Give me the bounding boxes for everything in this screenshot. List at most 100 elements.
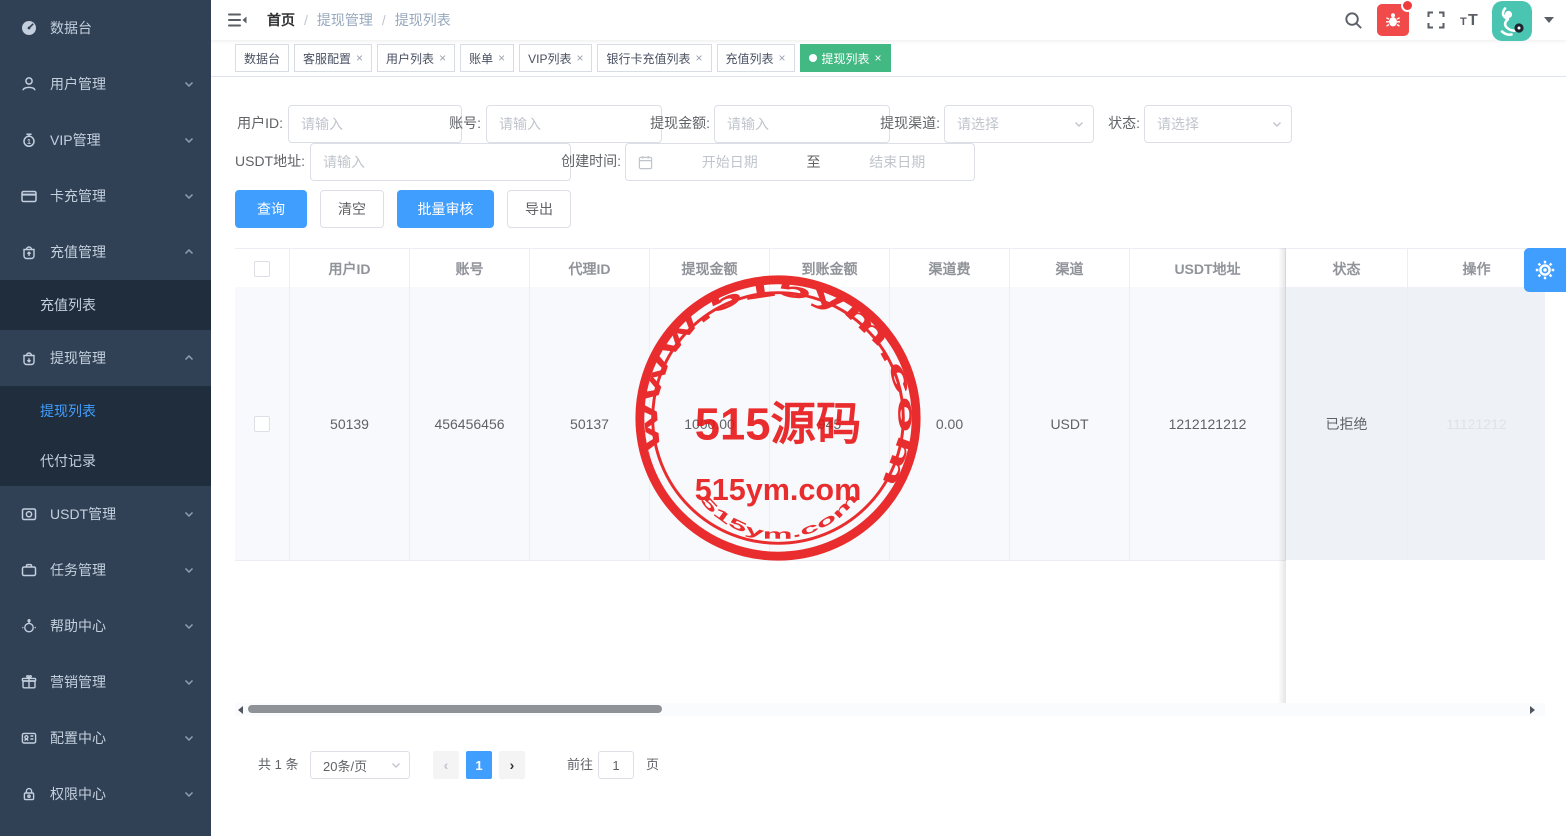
tag-close-icon[interactable]: × <box>498 52 505 64</box>
next-page-button[interactable]: › <box>499 751 525 779</box>
tag-user-list[interactable]: 用户列表 × <box>377 44 455 72</box>
tag-vip-list[interactable]: VIP列表 × <box>519 44 592 72</box>
tag-close-icon[interactable]: × <box>576 52 583 64</box>
settings-panel-button[interactable] <box>1524 248 1566 292</box>
tag-close-icon[interactable]: × <box>875 52 882 64</box>
column-header-arrival-amount: 到账金额 <box>770 249 890 288</box>
create-time-range-picker[interactable]: 开始日期 至 结束日期 <box>625 143 975 181</box>
page-size-select[interactable]: 20条/页 <box>310 751 410 779</box>
tag-close-icon[interactable]: × <box>779 52 786 64</box>
breadcrumb-level3: 提现列表 <box>395 10 451 30</box>
avatar-dropdown-caret[interactable] <box>1544 17 1554 23</box>
card-icon <box>20 187 38 205</box>
sidebar-item-dashboard[interactable]: 数据台 <box>0 0 211 56</box>
tag-label: 银行卡充值列表 <box>606 50 690 67</box>
withdraw-channel-select[interactable]: 请选择 <box>944 105 1094 143</box>
sidebar-item-label: 营销管理 <box>50 672 183 692</box>
row-checkbox[interactable] <box>254 416 270 432</box>
cell-arrival-amount: 945 <box>770 287 890 560</box>
page-number-1[interactable]: 1 <box>466 751 492 779</box>
scroll-left-arrow-icon[interactable] <box>238 706 243 714</box>
tag-close-icon[interactable]: × <box>695 52 702 64</box>
sidebar-subitem-recharge-list[interactable]: 充值列表 <box>0 280 211 330</box>
withdraw-amount-input[interactable] <box>714 105 890 143</box>
select-all-checkbox[interactable] <box>254 261 270 277</box>
cell-usdt-address: 1212121212 <box>1130 287 1286 560</box>
search-icon <box>1343 10 1364 31</box>
sidebar-item-card-recharge[interactable]: 卡充管理 <box>0 168 211 224</box>
sidebar-item-help[interactable]: 帮助中心 <box>0 598 211 654</box>
horizontal-scrollbar-thumb[interactable] <box>248 705 662 713</box>
sidebar-item-tasks[interactable]: 任务管理 <box>0 542 211 598</box>
tag-withdraw-list-active[interactable]: 提现列表× <box>800 44 891 72</box>
usdt-address-input[interactable] <box>310 143 571 181</box>
sidebar-subitem-withdraw-list[interactable]: 提现列表 <box>0 386 211 436</box>
status-label: 状态: <box>1100 105 1140 141</box>
tag-dashboard[interactable]: 数据台 <box>235 44 289 72</box>
calendar-icon <box>638 155 653 170</box>
column-header-channel-fee: 渠道费 <box>890 249 1010 288</box>
prev-page-button[interactable]: ‹ <box>433 751 459 779</box>
horizontal-scrollbar[interactable] <box>235 703 1545 716</box>
tag-bank-card-recharge-list[interactable]: 银行卡充值列表 × <box>597 44 711 72</box>
sidebar-item-withdraw[interactable]: 提现管理 <box>0 330 211 386</box>
chevron-down-icon <box>390 759 402 771</box>
sidebar-item-users[interactable]: 用户管理 <box>0 56 211 112</box>
sidebar-item-usdt[interactable]: USDT管理 <box>0 486 211 542</box>
avatar[interactable] <box>1492 1 1532 41</box>
sidebar-item-recharge[interactable]: 充值管理 <box>0 224 211 280</box>
sidebar-item-label: 提现管理 <box>50 348 183 368</box>
hamburger-icon <box>227 10 247 30</box>
sidebar-item-marketing[interactable]: 营销管理 <box>0 654 211 710</box>
clear-button[interactable]: 清空 <box>320 190 384 228</box>
goto-label: 前往 <box>567 757 593 773</box>
column-header-usdt-address: USDT地址 <box>1130 249 1286 288</box>
fullscreen-button[interactable] <box>1424 8 1448 32</box>
breadcrumb-home[interactable]: 首页 <box>267 10 295 30</box>
chevron-down-icon <box>183 134 195 146</box>
status-select[interactable]: 请选择 <box>1144 105 1292 143</box>
dashboard-icon <box>20 19 38 37</box>
tag-label: VIP列表 <box>528 50 571 67</box>
table-row[interactable]: 50139 456456456 50137 1000.00 945 0.00 U… <box>235 287 1545 561</box>
usdt-address-label: USDT地址: <box>233 143 305 179</box>
sidebar-item-permissions[interactable]: 权限中心 <box>0 766 211 822</box>
tag-recharge-list[interactable]: 充值列表× <box>717 44 795 72</box>
fullscreen-icon <box>1426 10 1446 30</box>
batch-review-button[interactable]: 批量审核 <box>397 190 494 228</box>
tag-service-config[interactable]: 客服配置× <box>294 44 372 72</box>
sidebar-item-label: 配置中心 <box>50 728 183 748</box>
column-header-agent-id: 代理ID <box>530 249 650 288</box>
sidebar-item-config[interactable]: 配置中心 <box>0 710 211 766</box>
tag-close-icon[interactable]: × <box>439 52 446 64</box>
column-header-user-id: 用户ID <box>290 249 410 288</box>
id-card-icon <box>20 729 38 747</box>
scroll-right-arrow-icon[interactable] <box>1530 706 1535 714</box>
sidebar-item-label: 权限中心 <box>50 784 183 804</box>
sidebar-item-label: 充值管理 <box>50 242 183 262</box>
tag-label: 用户列表 <box>386 50 434 67</box>
sidebar-item-label: 卡充管理 <box>50 186 183 206</box>
sidebar-collapse-button[interactable] <box>225 8 249 32</box>
query-button[interactable]: 查询 <box>235 190 307 228</box>
tag-close-icon[interactable]: × <box>356 52 363 64</box>
date-end-placeholder: 结束日期 <box>821 152 975 172</box>
user-id-input[interactable] <box>288 105 462 143</box>
account-input[interactable] <box>486 105 662 143</box>
chevron-down-icon <box>183 620 195 632</box>
sidebar: 数据台 用户管理 1 VIP管理 卡充管理 充值管理 充值列表 提现管理 提现列… <box>0 0 211 836</box>
select-placeholder: 请选择 <box>945 114 1073 134</box>
sidebar-subitem-payment-records[interactable]: 代付记录 <box>0 436 211 486</box>
column-header-account: 账号 <box>410 249 530 288</box>
tag-bills[interactable]: 账单× <box>460 44 514 72</box>
svg-text:1: 1 <box>27 139 31 146</box>
row-select-cell <box>235 287 290 560</box>
header-search-button[interactable] <box>1341 8 1365 32</box>
tag-label: 数据台 <box>244 50 280 67</box>
sidebar-item-vip[interactable]: 1 VIP管理 <box>0 112 211 168</box>
goto-page-input[interactable] <box>598 751 634 779</box>
account-label: 账号: <box>441 105 481 141</box>
cell-channel: USDT <box>1010 287 1130 560</box>
font-size-button[interactable]: TT <box>1458 8 1482 32</box>
export-button[interactable]: 导出 <box>507 190 571 228</box>
